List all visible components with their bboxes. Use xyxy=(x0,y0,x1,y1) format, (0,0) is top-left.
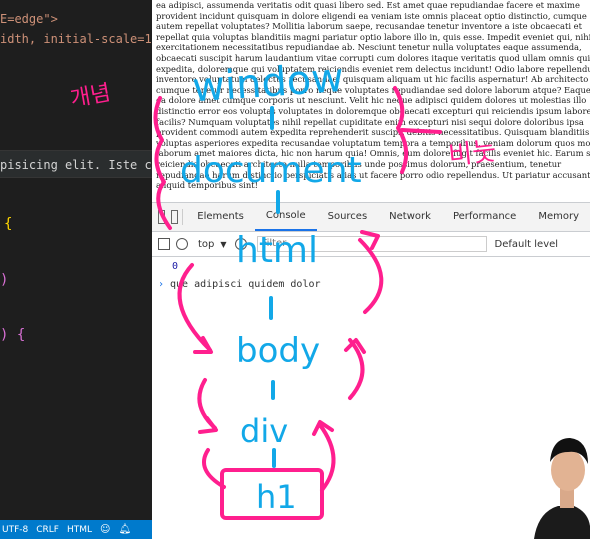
console-input[interactable]: que adipisci quidem dolor xyxy=(170,279,321,290)
tab-elements[interactable]: Elements xyxy=(186,203,255,231)
code-line-1: E=edge"> xyxy=(0,12,58,26)
context-selector[interactable]: top xyxy=(198,239,214,250)
tab-sources[interactable]: Sources xyxy=(317,203,379,231)
devtools-panel: Elements Console Sources Network Perform… xyxy=(152,202,590,539)
sidebar-toggle-icon[interactable] xyxy=(158,238,170,250)
bell-icon[interactable]: 🔔︎ xyxy=(118,524,131,535)
tab-console[interactable]: Console xyxy=(254,203,317,231)
eye-icon[interactable] xyxy=(234,238,247,250)
code-brace-1: { xyxy=(4,216,13,232)
presenter-webcam xyxy=(534,438,590,539)
devtools-tab-bar: Elements Console Sources Network Perform… xyxy=(152,203,590,232)
console-result: 0 xyxy=(172,261,179,272)
console-toolbar: top ▼ Filter Default level xyxy=(152,232,590,257)
device-toolbar-icon[interactable] xyxy=(170,210,178,224)
code-line-3: pisicing elit. Iste cu xyxy=(0,158,152,172)
status-language[interactable]: HTML xyxy=(67,525,92,535)
browser-window: ea adipisci, assumenda veritatis odit qu… xyxy=(152,0,590,539)
web-page: ea adipisci, assumenda veritatis odit qu… xyxy=(152,0,590,200)
editor-status-bar: UTF-8 CRLF HTML ☺ 🔔︎ xyxy=(0,520,152,539)
tab-network[interactable]: Network xyxy=(378,203,442,231)
clear-console-icon[interactable] xyxy=(176,238,188,250)
tab-memory[interactable]: Memory xyxy=(527,203,590,231)
feedback-icon[interactable]: ☺ xyxy=(100,524,110,535)
code-brace-3: ) { xyxy=(0,327,26,343)
tab-performance[interactable]: Performance xyxy=(442,203,527,231)
status-encoding[interactable]: UTF-8 xyxy=(2,525,28,535)
code-editor[interactable]: E=edge"> idth, initial-scale=1. pisicing… xyxy=(0,0,152,520)
log-level-select[interactable]: Default level xyxy=(495,239,559,250)
code-line-2: idth, initial-scale=1. xyxy=(0,32,152,46)
chevron-right-icon: › xyxy=(158,279,165,290)
inspect-icon[interactable] xyxy=(158,210,165,224)
code-brace-2: ) xyxy=(0,272,9,288)
chevron-down-icon[interactable]: ▼ xyxy=(220,240,226,249)
status-line-ending[interactable]: CRLF xyxy=(36,525,59,535)
filter-input[interactable]: Filter xyxy=(256,236,487,252)
page-paragraph: ea adipisci, assumenda veritatis odit qu… xyxy=(156,0,590,191)
